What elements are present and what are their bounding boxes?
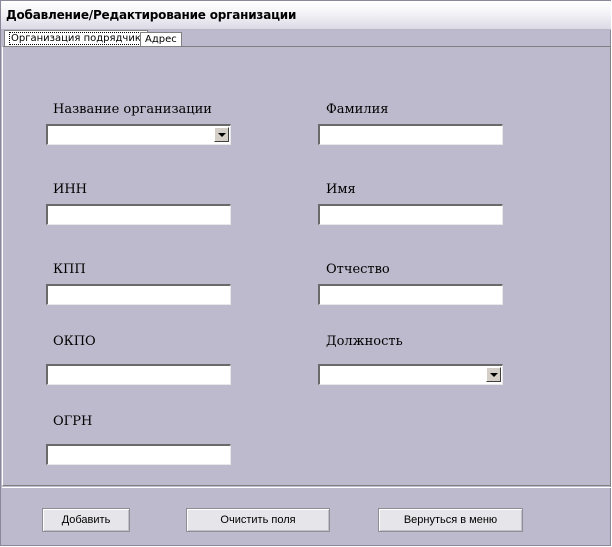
tab-contractor-org[interactable]: Организация подрядчик: [4, 30, 148, 47]
last-name-field[interactable]: [318, 124, 503, 145]
tab-contractor-org-label: Организация подрядчик: [9, 32, 143, 45]
window-title: Добавление/Редактирование организации: [6, 8, 297, 22]
add-button[interactable]: Добавить: [42, 508, 130, 532]
org-name-dropdown-button[interactable]: [214, 127, 229, 142]
okpo-label: ОКПО: [53, 334, 96, 349]
org-edit-window: Добавление/Редактирование организации Ор…: [0, 0, 611, 546]
first-name-field[interactable]: [318, 204, 503, 225]
last-name-label: Фамилия: [326, 102, 389, 117]
tab-address-label: Адрес: [145, 34, 177, 45]
org-name-label: Название организации: [53, 102, 212, 117]
position-label: Должность: [326, 334, 403, 349]
ogrn-field[interactable]: [46, 444, 231, 465]
inn-field[interactable]: [46, 204, 231, 225]
tab-address[interactable]: Адрес: [140, 32, 182, 46]
back-to-menu-button[interactable]: Вернуться в меню: [378, 508, 523, 532]
position-dropdown-button[interactable]: [486, 367, 501, 382]
kpp-field[interactable]: [46, 284, 231, 305]
chevron-down-icon: [490, 373, 498, 377]
tab-strip: Организация подрядчик Адрес: [1, 29, 611, 47]
first-name-label: Имя: [326, 182, 356, 197]
kpp-label: КПП: [53, 262, 86, 277]
patronymic-label: Отчество: [326, 262, 390, 277]
patronymic-field[interactable]: [318, 284, 503, 305]
org-name-combo[interactable]: [46, 124, 231, 145]
title-bar[interactable]: Добавление/Редактирование организации: [1, 1, 611, 30]
position-combo[interactable]: [318, 364, 503, 385]
okpo-field[interactable]: [46, 364, 231, 385]
inn-label: ИНН: [53, 182, 88, 197]
ogrn-label: ОГРН: [53, 414, 93, 429]
chevron-down-icon: [218, 133, 226, 137]
clear-fields-button[interactable]: Очистить поля: [186, 508, 330, 532]
